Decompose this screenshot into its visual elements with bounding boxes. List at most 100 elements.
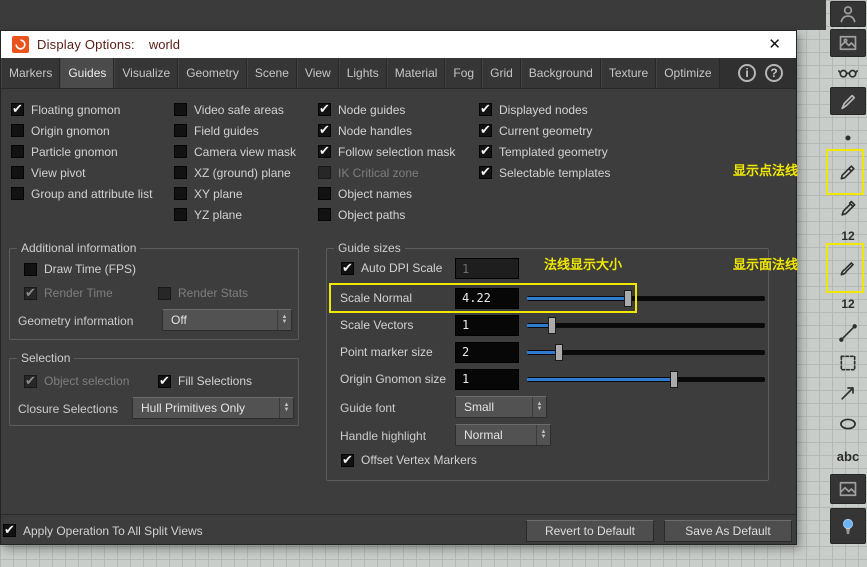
spinner-arrows-icon[interactable]: ▲ ▼: [532, 397, 546, 417]
checkbox[interactable]: [24, 373, 37, 389]
checkbox[interactable]: [174, 166, 187, 179]
profile-curve-icon[interactable]: [830, 320, 866, 346]
tab-geometry[interactable]: Geometry: [178, 58, 247, 88]
render-stats-checkbox-row[interactable]: Render Stats: [158, 286, 248, 300]
checkbox-row-group-and-attribute-list[interactable]: Group and attribute list: [11, 183, 152, 204]
tab-material[interactable]: Material: [386, 58, 446, 88]
tab-background[interactable]: Background: [520, 58, 601, 88]
lighting-icon[interactable]: [830, 508, 866, 544]
offset-vertex-markers-checkbox-row[interactable]: Offset Vertex Markers: [341, 452, 477, 468]
checkbox[interactable]: [318, 166, 331, 179]
checkbox[interactable]: [479, 143, 492, 159]
closure-selections-dropdown[interactable]: Hull Primitives Only ▲ ▼: [132, 397, 294, 419]
checkbox[interactable]: [174, 103, 187, 116]
tab-texture[interactable]: Texture: [600, 58, 657, 88]
checkbox[interactable]: [174, 124, 187, 137]
checkbox-row-templated-geometry[interactable]: Templated geometry: [479, 141, 610, 162]
tab-view[interactable]: View: [296, 58, 339, 88]
info-icon[interactable]: i: [738, 64, 756, 82]
checkbox-row-xz-ground-plane[interactable]: XZ (ground) plane: [174, 162, 296, 183]
checkbox-row-ik-critical-zone[interactable]: IK Critical zone: [318, 162, 455, 183]
checkbox-row-field-guides[interactable]: Field guides: [174, 120, 296, 141]
tab-grid[interactable]: Grid: [482, 58, 521, 88]
ellipse-icon[interactable]: [830, 410, 866, 438]
checkbox[interactable]: [318, 187, 331, 200]
checkbox-row-current-geometry[interactable]: Current geometry: [479, 120, 610, 141]
checkbox[interactable]: [158, 286, 171, 300]
checkbox[interactable]: [341, 452, 354, 468]
checkbox[interactable]: [11, 187, 24, 200]
checkbox[interactable]: [318, 208, 331, 221]
checkbox[interactable]: [11, 145, 24, 158]
checkbox[interactable]: [11, 101, 24, 117]
checkbox-row-node-guides[interactable]: Node guides: [318, 99, 455, 120]
checkbox-row-camera-view-mask[interactable]: Camera view mask: [174, 141, 296, 162]
checkbox-row-selectable-templates[interactable]: Selectable templates: [479, 162, 610, 183]
slider-track[interactable]: [527, 316, 765, 334]
checkbox-row-object-paths[interactable]: Object paths: [318, 204, 455, 225]
paint-tool-icon[interactable]: [830, 87, 866, 115]
checkbox[interactable]: [24, 285, 37, 301]
tab-optimize[interactable]: Optimize: [656, 58, 720, 88]
object-selection-checkbox-row[interactable]: Object selection: [24, 373, 129, 389]
background-image-icon[interactable]: [830, 474, 866, 504]
slider-handle[interactable]: [547, 316, 556, 334]
tab-visualize[interactable]: Visualize: [114, 58, 179, 88]
group-region-icon[interactable]: [830, 350, 866, 376]
checkbox[interactable]: [318, 101, 331, 117]
checkbox-row-xy-plane[interactable]: XY plane: [174, 183, 296, 204]
spinner-arrows-icon[interactable]: ▲ ▼: [277, 310, 291, 330]
checkbox-row-follow-selection-mask[interactable]: Follow selection mask: [318, 141, 455, 162]
tab-markers[interactable]: Markers: [1, 58, 61, 88]
checkbox[interactable]: [318, 122, 331, 138]
checkbox-row-yz-plane[interactable]: YZ plane: [174, 204, 296, 225]
render-time-checkbox-row[interactable]: Render Time: [24, 285, 113, 301]
slider-value-field[interactable]: 1: [455, 368, 519, 390]
checkbox[interactable]: [24, 262, 37, 276]
slider-track[interactable]: [527, 343, 765, 361]
spectacles-icon[interactable]: [830, 59, 866, 85]
fill-selections-checkbox-row[interactable]: Fill Selections: [158, 373, 252, 389]
checkbox-row-video-safe-areas[interactable]: Video safe areas: [174, 99, 296, 120]
checkbox-row-origin-gnomon[interactable]: Origin gnomon: [11, 120, 152, 141]
prim-numbers-icon[interactable]: 12: [830, 292, 866, 316]
tab-fog[interactable]: Fog: [445, 58, 483, 88]
slider-handle[interactable]: [669, 370, 678, 388]
checkbox[interactable]: [11, 166, 24, 179]
tab-scene[interactable]: Scene: [246, 58, 297, 88]
checkbox-row-object-names[interactable]: Object names: [318, 183, 455, 204]
checkbox[interactable]: [3, 522, 16, 538]
checkbox[interactable]: [479, 101, 492, 117]
tab-lights[interactable]: Lights: [338, 58, 387, 88]
checkbox[interactable]: [158, 373, 171, 389]
vector-arrow-icon[interactable]: [830, 380, 866, 406]
checkbox[interactable]: [479, 122, 492, 138]
guide-font-dropdown[interactable]: Small ▲ ▼: [455, 396, 547, 418]
title-bar[interactable]: Display Options: world ✕: [1, 31, 796, 58]
checkbox-row-view-pivot[interactable]: View pivot: [11, 162, 152, 183]
color-picker-icon[interactable]: [830, 196, 866, 222]
checkbox[interactable]: [341, 260, 354, 276]
close-icon[interactable]: ✕: [764, 37, 785, 52]
character-tool-icon[interactable]: [830, 1, 866, 27]
save-as-default-button[interactable]: Save As Default: [664, 520, 792, 542]
apply-all-split-views-checkbox-row[interactable]: Apply Operation To All Split Views: [1, 522, 203, 538]
handle-highlight-dropdown[interactable]: Normal ▲ ▼: [455, 424, 551, 446]
slider-value-field[interactable]: 2: [455, 341, 519, 363]
revert-to-default-button[interactable]: Revert to Default: [526, 520, 654, 542]
checkbox[interactable]: [11, 124, 24, 137]
slider-handle[interactable]: [554, 343, 563, 361]
slider-track[interactable]: [527, 370, 765, 388]
checkbox-row-node-handles[interactable]: Node handles: [318, 120, 455, 141]
checkbox[interactable]: [174, 208, 187, 221]
help-icon[interactable]: ?: [765, 64, 783, 82]
spinner-arrows-icon[interactable]: ▲ ▼: [536, 425, 550, 445]
checkbox-row-floating-gnomon[interactable]: Floating gnomon: [11, 99, 152, 120]
auto-dpi-scale-checkbox-row[interactable]: Auto DPI Scale: [341, 260, 442, 276]
checkbox-row-particle-gnomon[interactable]: Particle gnomon: [11, 141, 152, 162]
checkbox[interactable]: [318, 143, 331, 159]
slider-value-field[interactable]: 1: [455, 314, 519, 336]
snapshot-icon[interactable]: [830, 29, 866, 57]
checkbox[interactable]: [479, 164, 492, 180]
checkbox-row-displayed-nodes[interactable]: Displayed nodes: [479, 99, 610, 120]
